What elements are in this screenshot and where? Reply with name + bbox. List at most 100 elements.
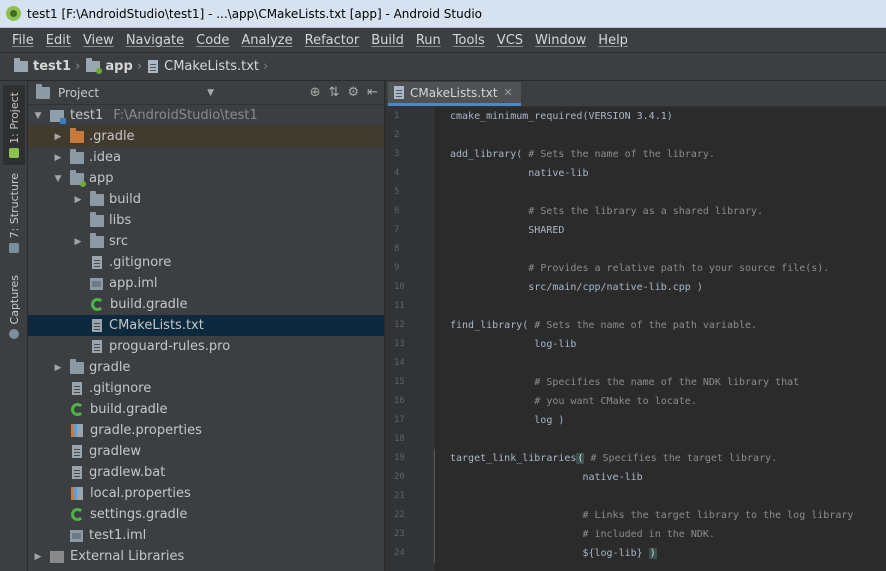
tree-item-root-build-gradle[interactable]: build.gradle bbox=[28, 399, 384, 420]
tree-item-proguard[interactable]: proguard-rules.pro bbox=[28, 336, 384, 357]
menu-view[interactable]: View bbox=[77, 33, 120, 48]
menu-help[interactable]: Help bbox=[592, 33, 634, 48]
tree-item-gradlew-bat[interactable]: gradlew.bat bbox=[28, 462, 384, 483]
code-text: target_link_libraries bbox=[450, 453, 577, 464]
text-file-icon bbox=[72, 445, 82, 458]
chevron-down-icon[interactable]: ▼ bbox=[52, 174, 64, 184]
menu-vcs[interactable]: VCS bbox=[491, 33, 529, 48]
tool-tab-captures[interactable]: Captures bbox=[3, 271, 25, 343]
code-line: find_library( # Sets the name of the pat… bbox=[450, 316, 853, 335]
tree-item-gradle-folder[interactable]: ▶ gradle bbox=[28, 357, 384, 378]
code-comment: # you want CMake to locate. bbox=[534, 396, 697, 407]
text-file-icon bbox=[92, 256, 102, 269]
tree-item-gradlew[interactable]: gradlew bbox=[28, 441, 384, 462]
breadcrumb-item-project[interactable]: test1 › bbox=[14, 58, 86, 74]
gear-icon[interactable]: ⚙ bbox=[347, 85, 359, 100]
line-number: 8 bbox=[394, 244, 400, 254]
menu-navigate[interactable]: Navigate bbox=[120, 33, 190, 48]
chevron-right-icon[interactable]: ▶ bbox=[32, 552, 44, 562]
hide-panel-icon[interactable]: ⇤ bbox=[367, 85, 378, 100]
android-studio-logo-icon bbox=[6, 6, 21, 21]
line-number: 6 bbox=[394, 206, 400, 216]
breadcrumb-label: CMakeLists.txt bbox=[164, 59, 259, 74]
folder-icon bbox=[90, 232, 104, 248]
menu-analyze[interactable]: Analyze bbox=[235, 33, 298, 48]
tree-item-idea[interactable]: ▶ .idea bbox=[28, 147, 384, 168]
chevron-down-icon[interactable]: ▼ bbox=[32, 111, 44, 121]
line-number: 4 bbox=[394, 168, 400, 178]
chevron-right-icon[interactable]: ▶ bbox=[52, 132, 64, 142]
gradle-icon bbox=[71, 403, 84, 416]
code-text: log-lib bbox=[450, 339, 577, 350]
tool-tab-project[interactable]: 1: Project bbox=[3, 85, 25, 165]
breadcrumb-item-module[interactable]: app › bbox=[86, 58, 148, 74]
code-comment: # Sets the name of the library. bbox=[528, 149, 715, 160]
tree-item-label: .gradle bbox=[89, 129, 135, 144]
locate-target-icon[interactable]: ⊕ bbox=[310, 85, 321, 100]
line-number: 10 bbox=[394, 282, 405, 292]
code-line: # you want CMake to locate. bbox=[450, 392, 853, 411]
tree-item-cmakelists[interactable]: CMakeLists.txt bbox=[28, 315, 384, 336]
menu-run[interactable]: Run bbox=[410, 33, 447, 48]
tree-item-build[interactable]: ▶ build bbox=[28, 189, 384, 210]
code-comment: # Specifies the target library. bbox=[584, 453, 778, 464]
chevron-right-icon[interactable]: ▶ bbox=[72, 237, 84, 247]
line-number: 5 bbox=[394, 187, 400, 197]
project-panel: Project ▼ ⊕ ⇅ ⚙ ⇤ ▼ test1 F:\AndroidStud… bbox=[28, 81, 384, 571]
chevron-right-icon[interactable]: ▶ bbox=[72, 195, 84, 205]
tree-item-label: gradle.properties bbox=[90, 423, 202, 438]
code-line: # Links the target library to the log li… bbox=[450, 506, 853, 525]
tree-item-label: .gitignore bbox=[89, 381, 152, 396]
dropdown-arrow-icon: ▼ bbox=[207, 87, 214, 98]
breadcrumb-item-file[interactable]: CMakeLists.txt › bbox=[148, 59, 274, 74]
line-number: 21 bbox=[394, 491, 405, 501]
tree-item-app[interactable]: ▼ app bbox=[28, 168, 384, 189]
tree-item-app-gitignore[interactable]: .gitignore bbox=[28, 252, 384, 273]
code-text: ${log-lib} bbox=[450, 548, 649, 559]
tree-item-label: app.iml bbox=[109, 276, 158, 291]
tree-item-test1[interactable]: ▼ test1 F:\AndroidStudio\test1 bbox=[28, 105, 384, 126]
module-folder-icon bbox=[86, 58, 103, 74]
code-line: cmake_minimum_required(VERSION 3.4.1) bbox=[450, 107, 853, 126]
folder-icon bbox=[90, 211, 104, 227]
tool-tab-label: 1: Project bbox=[7, 92, 21, 144]
chevron-right-icon: › bbox=[136, 59, 143, 74]
tree-item-gradle-properties[interactable]: gradle.properties bbox=[28, 420, 384, 441]
tree-item-local-properties[interactable]: local.properties bbox=[28, 483, 384, 504]
tree-item-app-iml[interactable]: app.iml bbox=[28, 273, 384, 294]
tab-cmakelists[interactable]: CMakeLists.txt ✕ bbox=[388, 82, 521, 106]
menu-tools[interactable]: Tools bbox=[447, 33, 491, 48]
chevron-right-icon[interactable]: ▶ bbox=[52, 363, 64, 373]
tree-item-label: test1 bbox=[70, 108, 104, 123]
tree-item-src[interactable]: ▶ src bbox=[28, 231, 384, 252]
code-line: SHARED bbox=[450, 221, 853, 240]
code-line: log-lib bbox=[450, 335, 853, 354]
menu-window[interactable]: Window bbox=[529, 33, 592, 48]
menu-refactor[interactable]: Refactor bbox=[299, 33, 366, 48]
tree-item-external-libraries[interactable]: ▶ External Libraries bbox=[28, 546, 384, 567]
code-comment: # Links the target library to the log li… bbox=[582, 510, 854, 521]
tree-item-root-gitignore[interactable]: .gitignore bbox=[28, 378, 384, 399]
tree-item-settings-gradle[interactable]: settings.gradle bbox=[28, 504, 384, 525]
tree-item-app-build-gradle[interactable]: build.gradle bbox=[28, 294, 384, 315]
tree-item-libs[interactable]: ▶ libs bbox=[28, 210, 384, 231]
chevron-right-icon[interactable]: ▶ bbox=[52, 153, 64, 163]
collapse-all-icon[interactable]: ⇅ bbox=[329, 85, 340, 100]
tree-item-test1-iml[interactable]: test1.iml bbox=[28, 525, 384, 546]
code-text: log ) bbox=[450, 415, 565, 426]
menu-code[interactable]: Code bbox=[190, 33, 235, 48]
menu-edit[interactable]: Edit bbox=[40, 33, 77, 48]
project-view-selector[interactable]: Project ▼ bbox=[36, 83, 214, 100]
menu-file[interactable]: File bbox=[6, 33, 40, 48]
tool-tab-structure[interactable]: 7: Structure bbox=[3, 173, 25, 253]
editor-panel: CMakeLists.txt ✕ 1 2 3 4 5 6 7 8 9 10 11 12 13 14 15 16… bbox=[385, 81, 886, 571]
tree-item-gradle-dir[interactable]: ▶ .gradle bbox=[28, 126, 384, 147]
line-number: 24 bbox=[394, 548, 405, 558]
line-number: 11 bbox=[394, 301, 405, 311]
close-icon[interactable]: ✕ bbox=[504, 86, 513, 99]
menu-build[interactable]: Build bbox=[365, 33, 410, 48]
